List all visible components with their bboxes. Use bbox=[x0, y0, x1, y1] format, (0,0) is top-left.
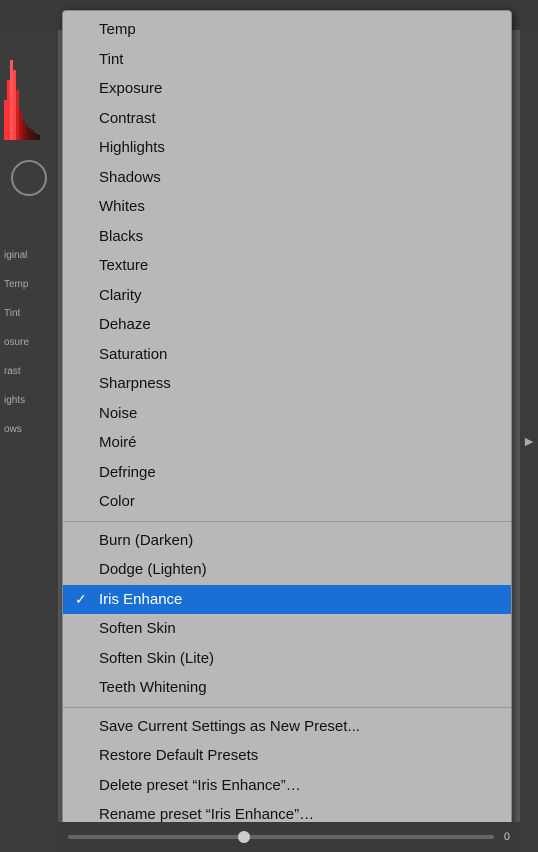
label-contrast: rast bbox=[4, 366, 21, 377]
dropdown-menu: ✓ Temp ✓ Tint ✓ Exposure ✓ Contrast ✓ Hi… bbox=[62, 10, 512, 835]
menu-section-1: ✓ Temp ✓ Tint ✓ Exposure ✓ Contrast ✓ Hi… bbox=[63, 11, 511, 521]
menu-item-color[interactable]: ✓ Color bbox=[63, 487, 511, 517]
checkmark-iris-enhance: ✓ bbox=[75, 590, 87, 608]
menu-item-teeth-whitening[interactable]: ✓ Teeth Whitening bbox=[63, 673, 511, 703]
label-original: iginal bbox=[4, 250, 27, 261]
menu-item-highlights[interactable]: ✓ Highlights bbox=[63, 133, 511, 163]
label-exposure: osure bbox=[4, 337, 29, 348]
bottom-slider-track bbox=[68, 835, 494, 839]
menu-item-whites[interactable]: ✓ Whites bbox=[63, 192, 511, 222]
menu-item-shadows[interactable]: ✓ Shadows bbox=[63, 163, 511, 193]
menu-section-2: ✓ Burn (Darken) ✓ Dodge (Lighten) ✓ Iris… bbox=[63, 521, 511, 707]
menu-item-defringe[interactable]: ✓ Defringe bbox=[63, 458, 511, 488]
bottom-slider-value: 0 bbox=[504, 831, 510, 843]
label-temp: Temp bbox=[4, 279, 28, 290]
menu-item-blacks[interactable]: ✓ Blacks bbox=[63, 222, 511, 252]
menu-item-soften-skin[interactable]: ✓ Soften Skin bbox=[63, 614, 511, 644]
menu-item-noise[interactable]: ✓ Noise bbox=[63, 399, 511, 429]
label-highlights: ights bbox=[4, 395, 25, 406]
menu-item-dehaze[interactable]: ✓ Dehaze bbox=[63, 310, 511, 340]
menu-item-soften-skin-lite[interactable]: ✓ Soften Skin (Lite) bbox=[63, 644, 511, 674]
menu-item-delete-preset[interactable]: ✓ Delete preset “Iris Enhance”… bbox=[63, 771, 511, 801]
menu-item-tint[interactable]: ✓ Tint bbox=[63, 45, 511, 75]
bottom-slider-bar: 0 bbox=[58, 822, 520, 852]
right-arrow[interactable]: ► bbox=[522, 433, 536, 449]
bottom-slider-handle[interactable] bbox=[238, 831, 250, 843]
right-panel: ► bbox=[520, 30, 538, 852]
menu-item-moire[interactable]: ✓ Moiré bbox=[63, 428, 511, 458]
menu-item-sharpness[interactable]: ✓ Sharpness bbox=[63, 369, 511, 399]
menu-item-save-preset[interactable]: ✓ Save Current Settings as New Preset... bbox=[63, 712, 511, 742]
menu-item-saturation[interactable]: ✓ Saturation bbox=[63, 340, 511, 370]
menu-item-burn[interactable]: ✓ Burn (Darken) bbox=[63, 526, 511, 556]
menu-section-3: ✓ Save Current Settings as New Preset...… bbox=[63, 707, 511, 834]
menu-item-exposure[interactable]: ✓ Exposure bbox=[63, 74, 511, 104]
left-labels: iginal Temp Tint osure rast ights ows bbox=[0, 30, 58, 435]
label-shadows: ows bbox=[4, 424, 22, 435]
label-tint: Tint bbox=[4, 308, 20, 319]
menu-item-clarity[interactable]: ✓ Clarity bbox=[63, 281, 511, 311]
menu-item-texture[interactable]: ✓ Texture bbox=[63, 251, 511, 281]
menu-item-dodge[interactable]: ✓ Dodge (Lighten) bbox=[63, 555, 511, 585]
menu-item-temp[interactable]: ✓ Temp bbox=[63, 15, 511, 45]
menu-item-contrast[interactable]: ✓ Contrast bbox=[63, 104, 511, 134]
menu-item-restore-defaults[interactable]: ✓ Restore Default Presets bbox=[63, 741, 511, 771]
menu-item-iris-enhance[interactable]: ✓ Iris Enhance bbox=[63, 585, 511, 615]
